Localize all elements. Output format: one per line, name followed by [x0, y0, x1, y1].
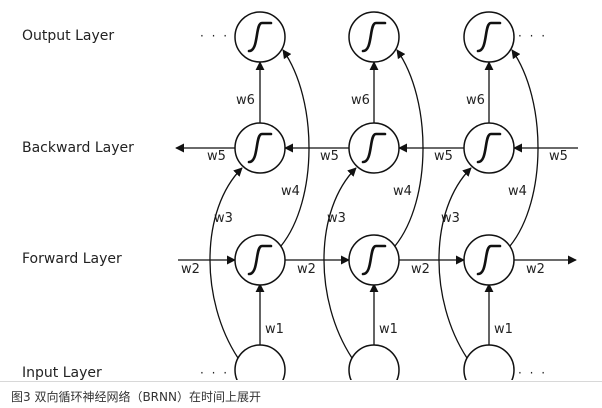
- forward-neuron-circle: [348, 234, 400, 286]
- output-neuron-1: [234, 11, 286, 63]
- input-neuron-circle: [348, 344, 400, 380]
- w2-label-4: w2: [526, 262, 545, 277]
- backward-neuron-circle: [234, 122, 286, 174]
- forward-neuron-circle: [234, 234, 286, 286]
- input-neuron-3: [463, 344, 515, 380]
- output-neuron-3: [463, 11, 515, 63]
- input-neuron-2: [348, 344, 400, 380]
- w5-label-4: w5: [549, 149, 568, 164]
- input-neuron-circle: [463, 344, 515, 380]
- w1-label-1: w1: [265, 322, 284, 337]
- output-neuron-circle: [234, 11, 286, 63]
- backward-neuron-3: [463, 122, 515, 174]
- forward-layer-label: Forward Layer: [22, 251, 122, 267]
- figure-caption: 图3 双向循环神经网络（BRNN）在时间上展开: [0, 381, 602, 408]
- w5-label-2: w5: [320, 149, 339, 164]
- forward-neuron-1: [234, 234, 286, 286]
- w2-label-1: w2: [181, 262, 200, 277]
- backward-layer-label: Backward Layer: [22, 140, 134, 156]
- w4-label-1: w4: [281, 184, 300, 199]
- w6-label-3: w6: [466, 93, 485, 108]
- forward-neuron-circle: [463, 234, 515, 286]
- ellipsis-input-right: · · ·: [518, 366, 547, 380]
- w5-label-1: w5: [207, 149, 226, 164]
- w2-label-2: w2: [297, 262, 316, 277]
- brnn-diagram: Output Layer Backward Layer Forward Laye…: [22, 11, 578, 380]
- w1-label-3: w1: [494, 322, 513, 337]
- w4-label-2: w4: [393, 184, 412, 199]
- ellipsis-input-left: · · ·: [200, 366, 229, 380]
- ellipsis-output-right: · · ·: [518, 29, 547, 43]
- backward-neuron-2: [348, 122, 400, 174]
- backward-neuron-circle: [463, 122, 515, 174]
- w1-label-2: w1: [379, 322, 398, 337]
- input-layer-label: Input Layer: [22, 365, 102, 380]
- input-neuron-1: [234, 344, 286, 380]
- w6-label-1: w6: [236, 93, 255, 108]
- w2-label-3: w2: [411, 262, 430, 277]
- output-layer-label: Output Layer: [22, 28, 114, 44]
- brnn-figure: Output Layer Backward Layer Forward Laye…: [0, 0, 602, 380]
- forward-neuron-2: [348, 234, 400, 286]
- output-neuron-2: [348, 11, 400, 63]
- output-neuron-circle: [348, 11, 400, 63]
- forward-neuron-3: [463, 234, 515, 286]
- backward-neuron-1: [234, 122, 286, 174]
- w5-label-3: w5: [434, 149, 453, 164]
- w4-label-3: w4: [508, 184, 527, 199]
- ellipsis-output-left: · · ·: [200, 29, 229, 43]
- output-neuron-circle: [463, 11, 515, 63]
- input-neuron-circle: [234, 344, 286, 380]
- backward-neuron-circle: [348, 122, 400, 174]
- w6-label-2: w6: [351, 93, 370, 108]
